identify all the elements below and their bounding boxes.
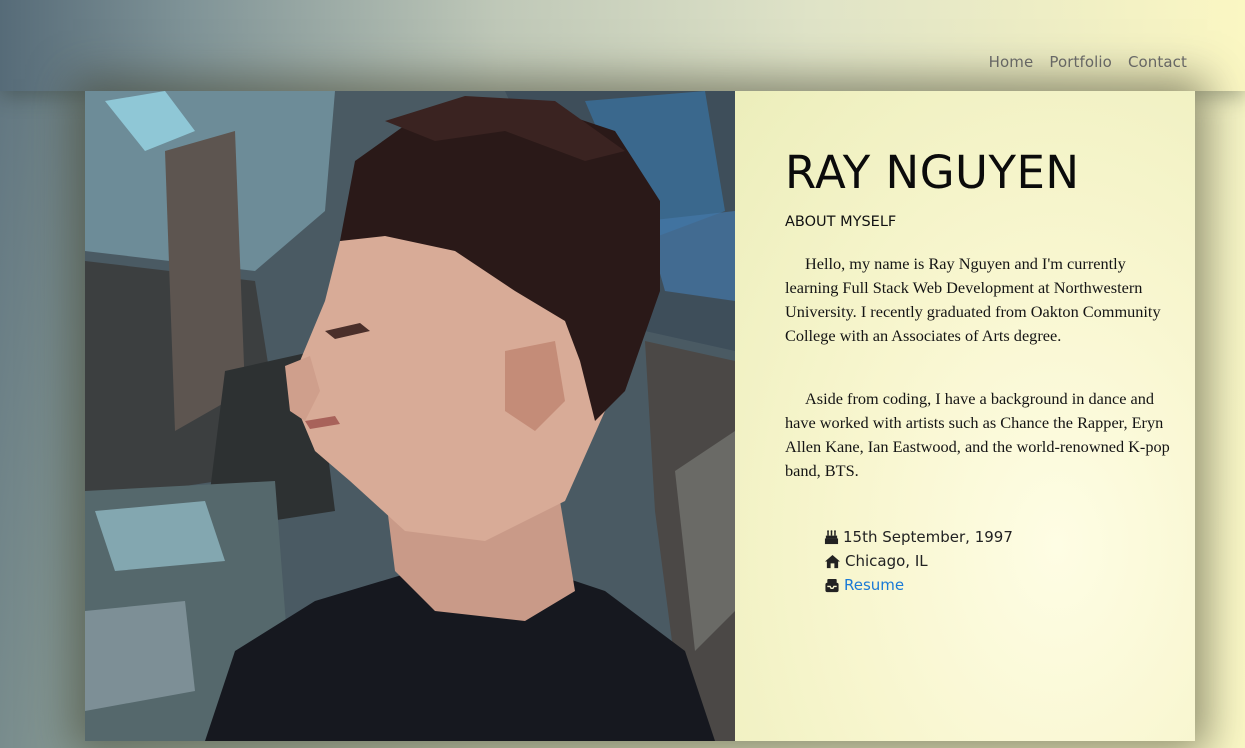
about-paragraph-1: Hello, my name is Ray Nguyen and I'm cur…	[785, 254, 1161, 345]
location-text: Chicago, IL	[845, 552, 928, 570]
location-row: Chicago, IL	[824, 549, 1013, 573]
birthday-text: 15th September, 1997	[843, 528, 1013, 546]
about-heading: ABOUT MYSELF	[785, 214, 897, 230]
resume-link[interactable]: Resume	[844, 573, 904, 597]
inbox-icon	[825, 578, 839, 592]
about-paragraph-2: Aside from coding, I have a background i…	[785, 389, 1170, 480]
profile-photo-image	[85, 91, 735, 741]
nav-home-link[interactable]: Home	[989, 53, 1034, 71]
home-icon	[825, 554, 840, 568]
profile-card: RAY NGUYEN ABOUT MYSELF Hello, my name i…	[85, 91, 1195, 741]
nav-portfolio-link[interactable]: Portfolio	[1049, 53, 1112, 71]
profile-name: RAY NGUYEN	[785, 146, 1080, 199]
header-bar: Home Portfolio Contact	[0, 0, 1245, 91]
about-panel: RAY NGUYEN ABOUT MYSELF Hello, my name i…	[735, 91, 1195, 741]
nav-contact-link[interactable]: Contact	[1128, 53, 1187, 71]
profile-photo	[85, 91, 735, 741]
resume-row: Resume	[824, 573, 1013, 597]
main-nav: Home Portfolio Contact	[989, 53, 1187, 71]
profile-info-list: 15th September, 1997 Chicago, IL Resume	[824, 525, 1013, 597]
birthday-cake-icon	[824, 529, 839, 544]
birthday-row: 15th September, 1997	[824, 525, 1013, 549]
